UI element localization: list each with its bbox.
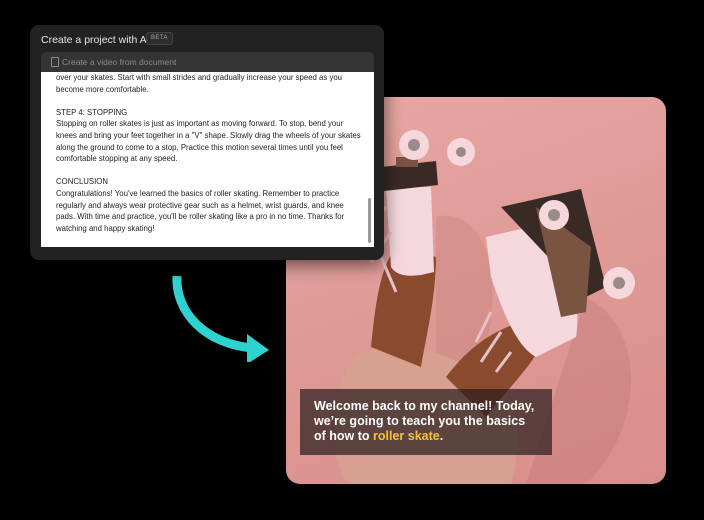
document-text-area[interactable]: over your skates. Start with small strid… xyxy=(41,72,374,247)
panel-title: Create a project with AI xyxy=(41,34,150,46)
ai-project-panel: Create a project with AI BETA Create a v… xyxy=(30,25,384,260)
paragraph: STEP 4: STOPPING Stopping on roller skat… xyxy=(56,107,361,164)
beta-badge: BETA xyxy=(146,32,173,45)
document-icon xyxy=(51,57,59,67)
create-video-from-document-button[interactable]: Create a video from document xyxy=(41,52,374,72)
caption-end: . xyxy=(439,429,444,443)
paragraph: CONCLUSION Congratulations! You've learn… xyxy=(56,177,345,233)
paragraph: over your skates. Start with small strid… xyxy=(56,73,343,94)
curved-arrow-icon xyxy=(172,275,269,362)
scrollbar[interactable] xyxy=(368,198,371,243)
caption-highlight: roller skate xyxy=(373,429,440,443)
document-content: over your skates. Start with small strid… xyxy=(56,72,361,246)
video-caption: Welcome back to my channel! Today, we’re… xyxy=(300,389,552,455)
doc-button-label: Create a video from document xyxy=(62,57,177,67)
